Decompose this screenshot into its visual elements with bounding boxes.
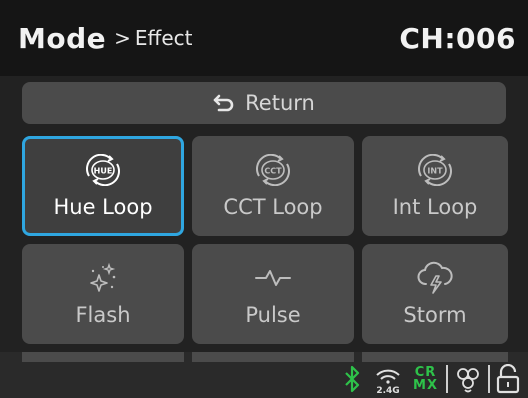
tile-label: Storm <box>403 303 467 327</box>
tile-label: CCT Loop <box>223 195 323 219</box>
tile-flash[interactable]: Flash <box>22 244 184 344</box>
next-row-tile[interactable] <box>362 352 508 362</box>
return-label: Return <box>245 91 315 115</box>
breadcrumb-submenu: Effect <box>134 26 193 50</box>
crmx-bottom: MX <box>413 378 438 393</box>
svg-text:CCT: CCT <box>264 167 282 176</box>
flash-sparkle-icon <box>90 262 116 292</box>
status-divider <box>488 365 490 393</box>
tile-hue-loop[interactable]: HUE Hue Loop <box>22 136 184 236</box>
svg-text:2.4G: 2.4G <box>376 386 399 394</box>
cct-loop-icon: CCT <box>256 154 290 186</box>
header-bar: Mode > Effect CH:006 <box>0 0 528 76</box>
tile-cct-loop[interactable]: CCT CCT Loop <box>192 136 354 236</box>
wireless-2-4g-icon: 2.4G <box>376 369 400 394</box>
tile-label: Flash <box>75 303 131 327</box>
next-row-tile[interactable] <box>22 352 184 362</box>
storm-cloud-icon <box>417 261 453 294</box>
channel-indicator: CH:006 <box>399 21 516 55</box>
status-icons: 2.4G CR MX <box>343 362 520 396</box>
tile-int-loop[interactable]: INT Int Loop <box>362 136 508 236</box>
hue-loop-icon: HUE <box>86 154 120 186</box>
svg-text:HUE: HUE <box>94 167 113 176</box>
tile-label: Pulse <box>245 303 301 327</box>
tile-label: Int Loop <box>392 195 478 219</box>
tile-storm[interactable]: Storm <box>362 244 508 344</box>
return-arrow-icon <box>213 94 234 112</box>
bluetooth-icon <box>345 365 360 393</box>
pulse-icon <box>255 270 291 286</box>
status-divider <box>446 365 448 393</box>
svg-text:INT: INT <box>427 167 443 176</box>
return-button[interactable]: Return <box>22 82 506 124</box>
tile-pulse[interactable]: Pulse <box>192 244 354 344</box>
dmx-link-icon <box>457 368 479 393</box>
breadcrumb-separator: > <box>114 26 131 50</box>
device-screen: Mode > Effect CH:006 Return HUE Hue Loop <box>0 0 528 398</box>
tile-label: Hue Loop <box>53 195 153 219</box>
mode-title: Mode <box>18 21 107 55</box>
crmx-indicator: CR MX <box>413 366 438 392</box>
int-loop-icon: INT <box>418 154 452 186</box>
next-row-tile[interactable] <box>192 352 354 362</box>
unlocked-padlock-icon <box>496 364 520 394</box>
